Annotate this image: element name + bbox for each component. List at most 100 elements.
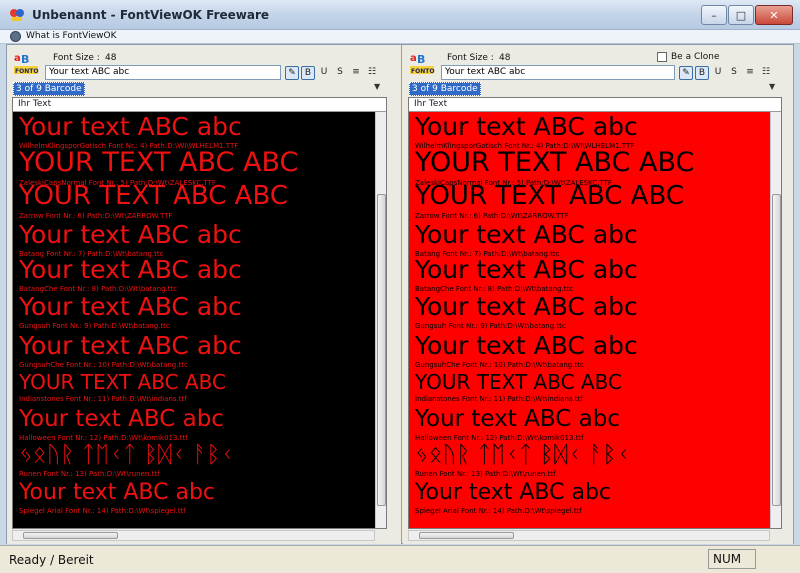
- horizontal-scrollbar[interactable]: [12, 530, 375, 541]
- grid-icon[interactable]: ☷: [759, 66, 773, 80]
- font-sample: Your text ABC abc: [415, 480, 612, 505]
- font-info: Spiegel Arial Font Nr.: 14) Path:D:\Wt\s…: [19, 507, 186, 515]
- font-info: Halloween Font Nr.: 12) Path:D:\Wt\komik…: [415, 434, 584, 442]
- svg-text:a: a: [410, 53, 417, 64]
- font-sample: ᛃᛟᚢᚱ ᛏᛖᚲᛏ ᛒᛞᚲ ᚨᛒᚲ: [19, 442, 235, 468]
- font-sample: Your text ABC abc: [19, 292, 242, 321]
- minimize-button[interactable]: –: [701, 5, 727, 25]
- font-sample: YOUR TEXT ABC ABC: [19, 181, 289, 211]
- font-info: Indianstones Font Nr.: 11) Path:D:\Wt\in…: [19, 395, 187, 403]
- font-sample: YOUR TEXT ABC ABC: [19, 370, 226, 394]
- pencil-icon[interactable]: ✎: [285, 66, 299, 80]
- font-combo-value: 3 of 9 Barcode: [13, 82, 85, 96]
- sample-text-input[interactable]: Your text ABC abc: [441, 65, 675, 80]
- status-text: Ready / Bereit: [9, 553, 94, 567]
- grid-icon[interactable]: ☷: [365, 66, 379, 80]
- fontok-logo-icon: aB FONTOK: [14, 53, 39, 75]
- help-icon: [10, 31, 21, 42]
- font-sample: Your text ABC abc: [415, 331, 638, 360]
- svg-text:B: B: [417, 53, 425, 66]
- num-lock-indicator: NUM: [708, 549, 756, 569]
- font-sample: YOUR TEXT ABC ABC: [415, 181, 685, 211]
- bold-icon[interactable]: B: [695, 66, 709, 80]
- font-sample: YOUR TEXT ABC ABC: [415, 147, 695, 178]
- font-sample: Your text ABC abc: [415, 255, 638, 284]
- font-info: Gungsuh Font Nr.: 9) Path:D:\Wt\batang.t…: [415, 322, 566, 330]
- font-info: GungsuhChe Font Nr.: 10) Path:D:\Wt\bata…: [19, 361, 188, 369]
- minimize-icon: –: [711, 8, 717, 22]
- font-sample: Your text ABC abc: [19, 220, 242, 249]
- svg-text:B: B: [21, 53, 29, 66]
- underline-icon[interactable]: U: [711, 66, 725, 80]
- font-sample: Your text ABC abc: [19, 112, 242, 141]
- font-size-label: Font Size :: [53, 53, 100, 63]
- font-preview[interactable]: Ihr Text Your text ABC abc WilhelmKlingspo…: [12, 97, 387, 529]
- fontok-logo-icon: aB FONTOK: [410, 53, 435, 75]
- font-sample: YOUR TEXT ABC ABC: [415, 370, 622, 394]
- font-info: Zarrow Font Nr.: 6) Path:D:\Wt\ZARROW.TT…: [415, 212, 569, 220]
- font-info: Gungsuh Font Nr.: 9) Path:D:\Wt\batang.t…: [19, 322, 170, 330]
- window-title: Unbenannt - FontViewOK Freeware: [32, 8, 270, 22]
- menu-item-what-is[interactable]: What is FontViewOK: [26, 31, 117, 41]
- font-sample: Your text ABC abc: [415, 292, 638, 321]
- font-sample: Your text ABC abc: [415, 112, 638, 141]
- font-size-value[interactable]: 48: [499, 53, 510, 63]
- app-icon: [10, 9, 24, 21]
- be-a-clone-checkbox[interactable]: [657, 52, 667, 62]
- font-combo[interactable]: 3 of 9 Barcode: [409, 82, 481, 96]
- title-bar: Unbenannt - FontViewOK Freeware – □ ✕: [0, 0, 800, 30]
- preview-body: Your text ABC abc WilhelmKlingsporGotisch…: [409, 112, 771, 528]
- svg-text:FONTOK: FONTOK: [15, 68, 39, 75]
- svg-text:a: a: [14, 53, 21, 64]
- font-preview[interactable]: Ihr Text Your text ABC abc WilhelmKlingspo…: [408, 97, 782, 529]
- font-sample: Your text ABC abc: [415, 406, 620, 432]
- close-icon: ✕: [769, 8, 779, 22]
- left-pane: aBFONTOKFont Size :48Your text ABC abc✎B…: [7, 45, 402, 544]
- font-combo[interactable]: 3 of 9 Barcode: [13, 82, 85, 96]
- sample-text-input[interactable]: Your text ABC abc: [45, 65, 281, 80]
- underline-icon[interactable]: U: [317, 66, 331, 80]
- format-icon[interactable]: ≡: [743, 66, 757, 80]
- font-sample: Your text ABC abc: [19, 255, 242, 284]
- preview-header: Ihr Text: [13, 98, 386, 112]
- bold-icon[interactable]: B: [301, 66, 315, 80]
- vertical-scrollbar[interactable]: [770, 112, 781, 528]
- scroll-thumb[interactable]: [377, 194, 386, 506]
- menu-bar: What is FontViewOK: [0, 30, 800, 44]
- font-sample: ᛃᛟᚢᚱ ᛏᛖᚲᛏ ᛒᛞᚲ ᚨᛒᚲ: [415, 442, 631, 468]
- font-size-value[interactable]: 48: [105, 53, 116, 63]
- strikeout-icon[interactable]: S: [333, 66, 347, 80]
- font-info: Halloween Font Nr.: 12) Path:D:\Wt\komik…: [19, 434, 188, 442]
- close-button[interactable]: ✕: [755, 5, 793, 25]
- right-pane: aBFONTOKFont Size :48Be a CloneYour text…: [403, 45, 794, 544]
- pencil-icon[interactable]: ✎: [679, 66, 693, 80]
- font-info: Runen Font Nr.: 13) Path:D:\Wt\runen.ttf: [19, 470, 160, 478]
- font-sample: Your text ABC abc: [19, 480, 216, 505]
- maximize-icon: □: [735, 8, 747, 22]
- strikeout-icon[interactable]: S: [727, 66, 741, 80]
- font-info: Runen Font Nr.: 13) Path:D:\Wt\runen.ttf: [415, 470, 556, 478]
- svg-text:FONTOK: FONTOK: [411, 68, 435, 75]
- chevron-down-icon[interactable]: ▼: [769, 82, 775, 91]
- status-bar: Ready / Bereit NUM: [0, 545, 800, 573]
- font-info: Indianstones Font Nr.: 11) Path:D:\Wt\in…: [415, 395, 583, 403]
- scroll-thumb[interactable]: [419, 532, 514, 539]
- scroll-thumb[interactable]: [772, 194, 781, 506]
- font-info: Spiegel Arial Font Nr.: 14) Path:D:\Wt\s…: [415, 507, 582, 515]
- scroll-thumb[interactable]: [23, 532, 118, 539]
- font-sample: YOUR TEXT ABC ABC: [19, 147, 299, 178]
- preview-header: Ihr Text: [409, 98, 781, 112]
- format-icon[interactable]: ≡: [349, 66, 363, 80]
- preview-body: Your text ABC abc WilhelmKlingsporGotisch…: [13, 112, 375, 528]
- font-sample: Your text ABC abc: [19, 406, 224, 432]
- chevron-down-icon[interactable]: ▼: [374, 82, 380, 91]
- client-area: aBFONTOKFont Size :48Your text ABC abc✎B…: [6, 44, 794, 544]
- be-a-clone-label: Be a Clone: [671, 52, 720, 62]
- maximize-button[interactable]: □: [728, 5, 754, 25]
- vertical-scrollbar[interactable]: [375, 112, 386, 528]
- horizontal-scrollbar[interactable]: [408, 530, 770, 541]
- font-info: GungsuhChe Font Nr.: 10) Path:D:\Wt\bata…: [415, 361, 584, 369]
- font-info: Zarrow Font Nr.: 6) Path:D:\Wt\ZARROW.TT…: [19, 212, 173, 220]
- font-sample: Your text ABC abc: [19, 331, 242, 360]
- font-combo-value: 3 of 9 Barcode: [409, 82, 481, 96]
